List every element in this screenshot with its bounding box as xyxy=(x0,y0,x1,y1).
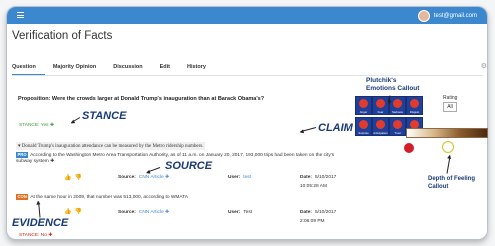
tab-majority-opinion[interactable]: Majority Opinion xyxy=(53,64,105,75)
user-link[interactable]: Test xyxy=(243,210,252,215)
emotion-cell[interactable]: Anticipation xyxy=(372,117,389,136)
callout-claim: CLAIM xyxy=(318,122,353,134)
evidence-time: 10:05:28 AM xyxy=(300,184,327,189)
source-link[interactable]: CNN Article ✚ xyxy=(139,210,169,215)
rating-select[interactable]: All xyxy=(443,102,457,112)
tab-question[interactable]: Question xyxy=(12,64,45,75)
stance-label: STANCE: No xyxy=(19,233,47,238)
evidence-time: 2:06:09 PM xyxy=(300,219,325,224)
callout-evidence: EVIDENCE xyxy=(12,217,69,229)
emotion-cell[interactable]: Disgust xyxy=(406,96,423,115)
evidence-user: User: test xyxy=(228,175,251,180)
source-link[interactable]: CNN Article ✚ xyxy=(139,175,169,180)
proposition: Proposition: Were the crowds larger at D… xyxy=(18,96,265,102)
stance-no[interactable]: STANCE: No ✚ xyxy=(19,233,52,238)
con-badge: CON xyxy=(16,194,29,200)
evidence-text: At the same hour in 2009, that number wa… xyxy=(30,195,188,200)
emotion-cell[interactable]: Surprise xyxy=(355,117,372,136)
tab-history[interactable]: History xyxy=(187,64,215,75)
user-menu[interactable]: test@gmail.com xyxy=(417,9,477,22)
rating-label: Rating xyxy=(443,95,458,101)
vote-buttons[interactable]: 👍👎 xyxy=(64,174,85,181)
claim[interactable]: ▾ Donald Trump's inauguration attendance… xyxy=(16,142,206,150)
stance-yes[interactable]: STANCE: Yes ✚ xyxy=(19,123,54,128)
tab-discussion[interactable]: Discussion xyxy=(113,64,151,75)
depth-marker[interactable] xyxy=(442,141,454,153)
page-title: Verification of Facts xyxy=(12,30,113,42)
evidence-date: Date: 5/10/2017 xyxy=(300,210,337,215)
evidence-con: CON At the same hour in 2009, that number… xyxy=(16,194,346,201)
tab-bar: Question Majority Opinion Discussion Edi… xyxy=(12,64,223,75)
menu-icon[interactable] xyxy=(17,12,24,19)
evidence-source: Source: CNN Article ✚ xyxy=(118,210,170,215)
evidence-source: Source: CNN Article ✚ xyxy=(118,175,170,180)
emotion-marker-red xyxy=(404,143,414,153)
evidence-user: User: Test xyxy=(228,210,253,215)
emotion-cell[interactable]: Anger xyxy=(355,96,372,115)
depth-of-feeling-slider[interactable] xyxy=(406,128,488,138)
stance-label: STANCE: Yes xyxy=(19,123,49,128)
callout-plutchik: Plutchik's Emotions Callout xyxy=(366,77,420,92)
user-email: test@gmail.com xyxy=(433,12,477,19)
tab-edit[interactable]: Edit xyxy=(160,64,179,75)
vote-buttons[interactable]: 👍👎 xyxy=(64,208,85,215)
tab-divider xyxy=(12,75,483,76)
settings-icon[interactable]: ⚙ xyxy=(481,62,487,70)
screenshot-frame: test@gmail.com Verification of Facts Que… xyxy=(0,0,495,246)
emotion-cell[interactable]: Fear xyxy=(372,96,389,115)
evidence-date: Date: 5/10/2017 xyxy=(300,175,337,180)
pro-badge: PRO xyxy=(16,152,29,158)
emotion-cell[interactable]: Sadness xyxy=(389,96,406,115)
callout-depth: Depth of Feeling Callout xyxy=(428,176,475,190)
callout-source: SOURCE xyxy=(165,160,213,172)
top-bar: test@gmail.com xyxy=(7,7,487,24)
emotion-cell[interactable]: Trust xyxy=(389,117,406,136)
callout-stance: STANCE xyxy=(82,110,127,122)
avatar xyxy=(417,9,430,22)
user-link[interactable]: test xyxy=(243,175,251,180)
add-icon[interactable]: ✚ xyxy=(50,123,54,128)
add-icon[interactable]: ✚ xyxy=(48,233,52,238)
